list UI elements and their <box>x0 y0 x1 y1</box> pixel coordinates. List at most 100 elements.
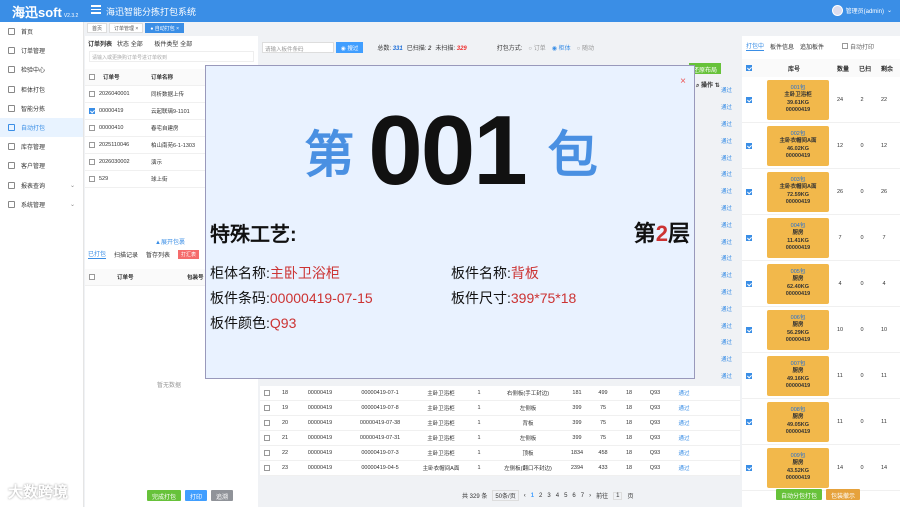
pass-link[interactable]: 通过 <box>713 317 740 334</box>
pass-link[interactable]: 通过 <box>713 233 740 250</box>
row-checkbox[interactable] <box>746 326 752 333</box>
row-checkbox[interactable] <box>264 450 270 456</box>
order-search-input[interactable]: 请输入或更换购订单号进订单收到 <box>89 51 254 62</box>
table-row[interactable]: 19 00000419 00000419-07-8 主卧卫浴柜 1 左侧板 399 75 18 Q… <box>260 401 740 416</box>
type-select[interactable]: 全部 <box>180 42 192 48</box>
page-number[interactable]: 1 <box>531 493 534 499</box>
package-row[interactable]: 009包 厨房 43.52KG 00000419 14 0 14 <box>742 445 900 491</box>
table-row[interactable]: 23 00000419 00000419-04-5 主卧衣帽间A面 1 左侧板(翻口不封边… <box>260 461 740 476</box>
row-checkbox[interactable] <box>746 280 752 287</box>
prev-page-icon[interactable]: ‹ <box>524 493 526 499</box>
tab-add-part[interactable]: 追加板件 <box>800 42 824 51</box>
row-checkbox[interactable] <box>264 405 270 411</box>
package-card[interactable]: 007包 厨房 49.16KG 00000419 <box>767 355 829 396</box>
row-checkbox[interactable] <box>264 465 270 471</box>
pass-link[interactable]: 通过 <box>713 166 740 183</box>
page-number[interactable]: 7 <box>581 493 584 499</box>
tab-orders[interactable]: 订单管理 × <box>109 23 144 33</box>
sidebar-item-1[interactable]: 订单管理 <box>0 41 83 60</box>
pass-link[interactable]: 通过 <box>713 99 740 116</box>
pass-link[interactable]: 通过 <box>713 250 740 267</box>
pass-link[interactable]: 通过 <box>713 351 740 368</box>
auto-print-toggle[interactable]: 自动打印 <box>842 42 874 51</box>
sidebar-item-3[interactable]: 柜体打包 <box>0 80 83 99</box>
barcode-input[interactable]: 请输入板件条码 <box>262 41 334 53</box>
package-card[interactable]: 002包 主卧衣帽间A面 46.02KG 00000419 <box>767 125 829 166</box>
package-card[interactable]: 008包 厨房 49.05KG 00000419 <box>767 401 829 442</box>
package-row[interactable]: 004包 厨房 11.41KG 00000419 7 0 7 <box>742 215 900 261</box>
pass-link[interactable]: 通过 <box>713 116 740 133</box>
pass-link[interactable]: 通过 <box>668 389 700 397</box>
package-card[interactable]: 001包 主卧卫浴柜 39.61KG 00000419 <box>767 79 829 120</box>
sidebar-item-8[interactable]: 报表查询 ⌄ <box>0 176 83 195</box>
tab-part-info[interactable]: 板件信息 <box>770 42 794 51</box>
sidebar-item-7[interactable]: 客户管理 <box>0 156 83 175</box>
page-number[interactable]: 3 <box>547 493 550 499</box>
pass-link[interactable]: 通过 <box>713 149 740 166</box>
row-checkbox[interactable] <box>746 96 752 103</box>
print-button[interactable]: 打印 <box>185 490 208 501</box>
package-row[interactable]: 005包 厨房 62.40KG 00000419 4 0 4 <box>742 261 900 307</box>
row-checkbox[interactable] <box>89 142 95 148</box>
pass-link[interactable]: 通过 <box>713 267 740 284</box>
pass-link[interactable]: 通过 <box>668 419 700 427</box>
mode-radio-cabinet[interactable]: ◉ 柜体 <box>552 43 571 52</box>
close-icon[interactable]: × <box>680 76 686 87</box>
select-all-checkbox[interactable] <box>746 65 752 71</box>
select-all-checkbox[interactable] <box>89 274 95 280</box>
row-checkbox[interactable] <box>746 142 752 149</box>
trace-button[interactable]: 追溯 <box>211 490 234 501</box>
package-card[interactable]: 005包 厨房 62.40KG 00000419 <box>767 263 829 304</box>
page-number[interactable]: 4 <box>556 493 559 499</box>
user-menu[interactable]: 管理员(admin) ⌄ <box>831 5 892 16</box>
package-card[interactable]: 004包 厨房 11.41KG 00000419 <box>767 217 829 258</box>
mode-radio-follow[interactable]: ○ 随动 <box>577 43 594 52</box>
row-checkbox[interactable] <box>746 234 752 241</box>
row-checkbox[interactable] <box>89 176 95 182</box>
package-row[interactable]: 001包 主卧卫浴柜 39.61KG 00000419 24 2 22 <box>742 77 900 123</box>
row-checkbox[interactable] <box>89 125 95 131</box>
pass-link[interactable]: 通过 <box>713 216 740 233</box>
pack-cancel-button[interactable]: 包装撤示 <box>826 489 861 500</box>
row-checkbox[interactable] <box>264 390 270 396</box>
table-row[interactable]: 18 00000419 00000419-07-1 主卧卫浴柜 1 右侧板(手工封边) 18… <box>260 386 740 401</box>
goto-page-input[interactable]: 1 <box>613 491 623 500</box>
package-row[interactable]: 008包 厨房 49.05KG 00000419 11 0 11 <box>742 399 900 445</box>
pass-link[interactable]: 通过 <box>713 82 740 99</box>
row-checkbox[interactable] <box>89 159 95 165</box>
next-page-icon[interactable]: › <box>589 493 591 499</box>
pass-link[interactable]: 通过 <box>713 300 740 317</box>
page-number[interactable]: 2 <box>539 493 542 499</box>
pass-link[interactable]: 通过 <box>713 200 740 217</box>
subtab-staging[interactable]: 暂存列表 <box>146 250 170 259</box>
pass-link[interactable]: 通过 <box>668 434 700 442</box>
package-card[interactable]: 003包 主卧衣帽间A面 72.59KG 00000419 <box>767 171 829 212</box>
pass-link[interactable]: 通过 <box>713 132 740 149</box>
row-checkbox[interactable] <box>746 418 752 425</box>
tab-auto-pack[interactable]: ● 自动打包 × <box>145 23 185 33</box>
tab-home[interactable]: 首页 <box>87 23 108 33</box>
subtab-packed[interactable]: 已打包 <box>88 249 107 259</box>
pass-link[interactable]: 通过 <box>713 183 740 200</box>
pass-link[interactable]: 通过 <box>668 464 700 472</box>
row-checkbox[interactable] <box>746 372 752 379</box>
row-checkbox[interactable] <box>89 108 95 114</box>
row-checkbox[interactable] <box>264 420 270 426</box>
row-checkbox[interactable] <box>746 188 752 195</box>
summary-button[interactable]: 打汇表 <box>178 249 200 259</box>
finish-pack-button[interactable]: 完成打包 <box>147 490 182 501</box>
row-checkbox[interactable] <box>746 464 752 471</box>
package-row[interactable]: 006包 厨房 56.29KG 00000419 10 0 10 <box>742 307 900 353</box>
status-select[interactable]: 全部 <box>131 42 143 48</box>
package-row[interactable]: 003包 主卧衣帽间A面 72.59KG 00000419 26 0 26 <box>742 169 900 215</box>
row-checkbox[interactable] <box>89 91 95 97</box>
tab-packing[interactable]: 打包中 <box>746 41 765 51</box>
auto-pack-button[interactable]: 自动分包打包 <box>776 489 823 500</box>
package-card[interactable]: 009包 厨房 43.52KG 00000419 <box>767 447 829 488</box>
expand-packages-link[interactable]: ▲展开包裹 <box>155 237 185 246</box>
table-row[interactable]: 21 00000419 00000419-07-31 主卧卫浴柜 1 左侧板 399 75 18… <box>260 431 740 446</box>
pass-link[interactable]: 通过 <box>713 368 740 385</box>
table-row[interactable]: 20 00000419 00000419-07-38 主卧卫浴柜 1 背板 399 75 18 Q… <box>260 416 740 431</box>
page-number[interactable]: 6 <box>572 493 575 499</box>
package-row[interactable]: 002包 主卧衣帽间A面 46.02KG 00000419 12 0 12 <box>742 123 900 169</box>
